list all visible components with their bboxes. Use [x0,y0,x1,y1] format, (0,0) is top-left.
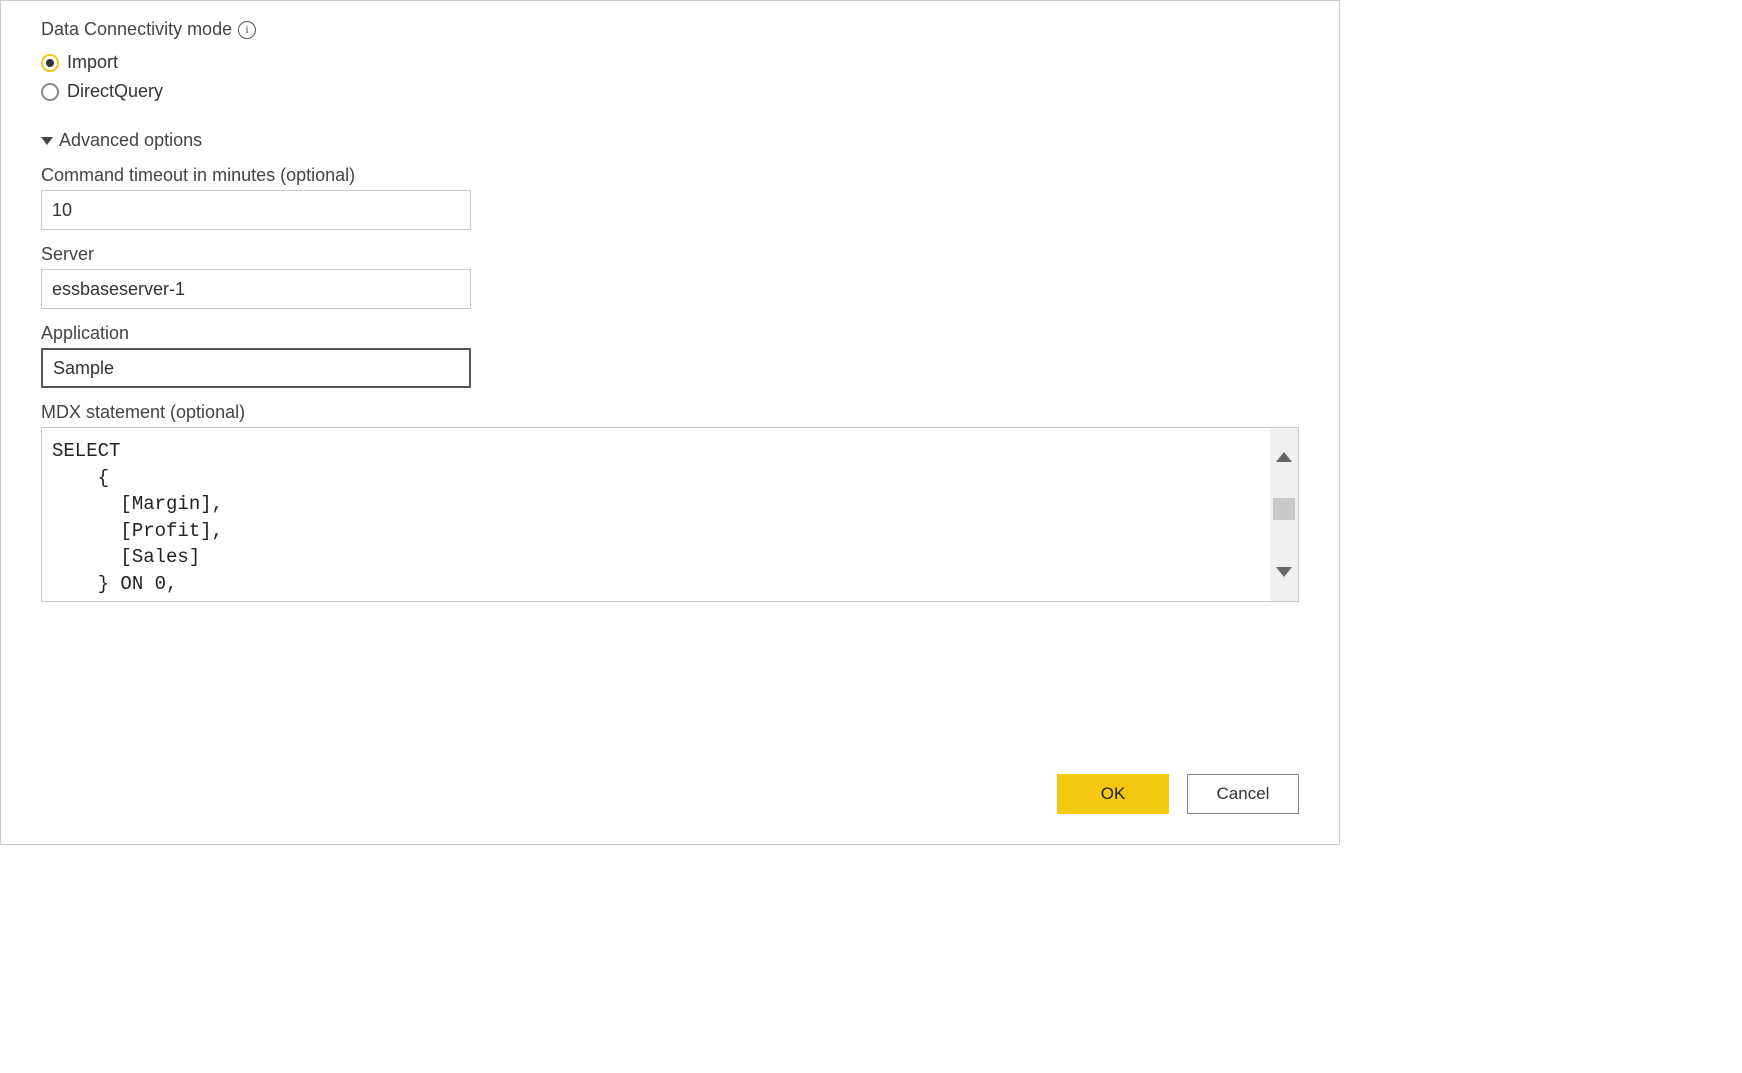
connectivity-mode-heading: Data Connectivity mode i [41,19,1299,40]
server-label: Server [41,244,1299,265]
dialog-button-row: OK Cancel [1057,774,1299,814]
application-input[interactable] [41,348,471,388]
radio-directquery-label: DirectQuery [67,81,163,102]
connectivity-radio-group: Import DirectQuery [41,52,1299,102]
scrollbar[interactable] [1270,428,1298,601]
connection-dialog: Data Connectivity mode i Import DirectQu… [0,0,1340,845]
advanced-options-label: Advanced options [59,130,202,151]
radio-import[interactable]: Import [41,52,1299,73]
triangle-down-icon [41,137,53,145]
ok-button[interactable]: OK [1057,774,1169,814]
info-icon[interactable]: i [238,21,256,39]
radio-directquery[interactable]: DirectQuery [41,81,1299,102]
radio-import-label: Import [67,52,118,73]
server-input[interactable] [41,269,471,309]
application-label: Application [41,323,1299,344]
radio-icon-selected [41,54,59,72]
scroll-thumb[interactable] [1273,498,1295,520]
scroll-down-icon[interactable] [1276,567,1292,577]
mdx-label: MDX statement (optional) [41,402,1299,423]
mdx-textarea-container: SELECT { [Margin], [Profit], [Sales] } O… [41,427,1299,602]
mdx-textarea[interactable]: SELECT { [Margin], [Profit], [Sales] } O… [42,428,1298,601]
advanced-options-toggle[interactable]: Advanced options [41,130,1299,151]
cancel-button[interactable]: Cancel [1187,774,1299,814]
timeout-input[interactable] [41,190,471,230]
radio-icon-unselected [41,83,59,101]
scroll-up-icon[interactable] [1276,452,1292,462]
connectivity-mode-label: Data Connectivity mode [41,19,232,40]
timeout-label: Command timeout in minutes (optional) [41,165,1299,186]
